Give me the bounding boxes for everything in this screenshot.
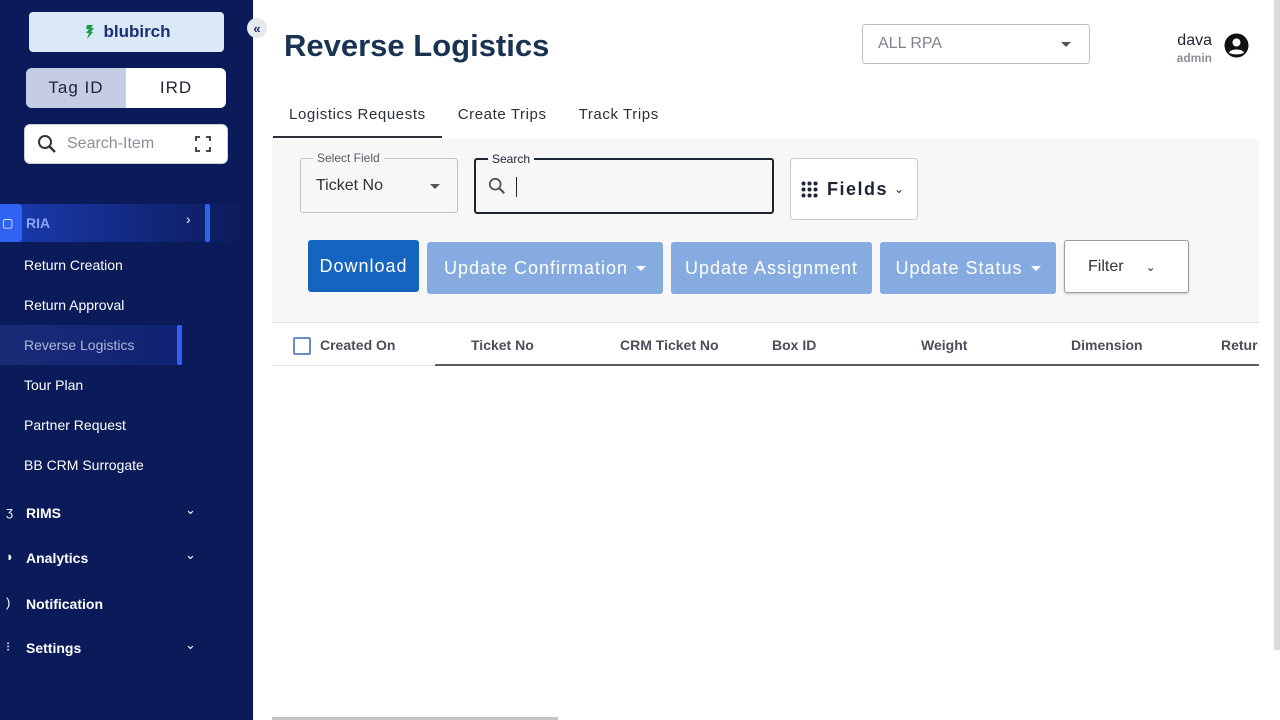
rpa-select[interactable]: ALL RPA [862, 24, 1090, 64]
toggle-ird[interactable]: IRD [126, 68, 226, 108]
ria-icon: ▢ [2, 216, 14, 230]
sidebar-group-label: Settings [26, 640, 82, 656]
analytics-icon: ◗ [6, 549, 14, 564]
fullscreen-icon[interactable] [195, 136, 211, 152]
filter-panel: Select Field Ticket No Search Fields ⌄ D… [272, 139, 1259, 323]
fields-button-label: Fields [827, 178, 889, 199]
chevron-down-icon: ⌄ [185, 637, 196, 652]
select-field-label: Select Field [313, 151, 384, 165]
sidebar-group-label: RIMS [26, 505, 61, 521]
tab-bar: Logistics Requests Create Trips Track Tr… [273, 98, 675, 138]
chevron-down-icon: ⌄ [1145, 259, 1156, 274]
column-ticket-no[interactable]: Ticket No [471, 337, 534, 353]
brand-logo[interactable]: blubirch [29, 12, 224, 52]
sidebar-group-analytics[interactable]: ◗ Analytics ⌄ [0, 547, 253, 571]
brand-name: blubirch [103, 22, 171, 41]
caret-down-icon [1061, 41, 1071, 47]
column-dimension[interactable]: Dimension [1071, 337, 1143, 353]
app-root: blubirch Tag ID IRD Search-Item ▢ RIA › … [0, 0, 1280, 720]
page-title: Reverse Logistics [284, 28, 550, 63]
account-circle-icon[interactable] [1224, 33, 1249, 58]
chevron-down-icon: ⌄ [185, 502, 196, 517]
sidebar-group-notification[interactable]: ) Notification [0, 593, 253, 617]
sidebar-item-return-approval[interactable]: Return Approval [24, 297, 124, 313]
update-confirmation-button[interactable]: Update Confirmation [427, 242, 663, 294]
collapse-sidebar-icon[interactable]: « [247, 18, 267, 38]
sidebar-item-return-creation[interactable]: Return Creation [24, 257, 123, 273]
sidebar-item-reverse-logistics[interactable]: Reverse Logistics [24, 337, 135, 353]
sidebar-item-partner-request[interactable]: Partner Request [24, 417, 126, 433]
select-all-checkbox[interactable] [293, 337, 311, 355]
tab-create-trips[interactable]: Create Trips [442, 98, 563, 138]
select-field-dropdown[interactable]: Select Field Ticket No [300, 151, 458, 213]
chevron-down-icon: ⌄ [894, 182, 905, 196]
filter-button-label: Filter [1088, 257, 1124, 275]
sidebar-search[interactable]: Search-Item [24, 124, 228, 164]
chevron-right-icon: › [186, 211, 191, 227]
fields-button[interactable]: Fields ⌄ [790, 158, 918, 220]
id-mode-toggle: Tag ID IRD [26, 68, 226, 108]
update-status-button[interactable]: Update Status [880, 242, 1056, 294]
update-confirmation-label: Update Confirmation [443, 257, 629, 278]
section-active-bar [205, 204, 210, 242]
caret-down-icon [1030, 265, 1041, 271]
brand-mark-icon [86, 25, 95, 39]
sidebar-section-ria[interactable]: ▢ RIA › [0, 204, 244, 242]
column-created-on[interactable]: Created On [320, 337, 395, 353]
filter-button[interactable]: Filter ⌄ [1064, 240, 1189, 293]
sidebar: blubirch Tag ID IRD Search-Item ▢ RIA › … [0, 0, 253, 720]
user-role: admin [1176, 51, 1212, 65]
rims-icon: ʒ [6, 504, 14, 519]
select-field-value: Ticket No [316, 177, 383, 194]
update-assignment-button[interactable]: Update Assignment [671, 242, 872, 294]
user-info[interactable]: dava admin [1160, 32, 1212, 65]
sidebar-group-settings[interactable]: ⁝ Settings ⌄ [0, 637, 253, 661]
grid-dots-icon [801, 181, 818, 197]
search-icon [488, 177, 505, 194]
sidebar-active-bar [177, 325, 182, 365]
caret-down-icon [430, 184, 440, 189]
caret-down-icon [636, 265, 647, 271]
search-label: Search [488, 152, 535, 166]
sidebar-group-label: Analytics [26, 550, 89, 566]
column-box-id[interactable]: Box ID [772, 337, 816, 353]
tab-track-trips[interactable]: Track Trips [563, 98, 675, 138]
header-divider [435, 364, 1259, 366]
text-cursor [516, 177, 517, 197]
update-status-label: Update Status [895, 257, 1023, 278]
sidebar-group-label: Notification [26, 596, 103, 612]
sidebar-group-rims[interactable]: ʒ RIMS ⌄ [0, 502, 253, 526]
search-input[interactable]: Search [474, 152, 774, 214]
sidebar-search-placeholder: Search-Item [67, 135, 155, 152]
settings-icon: ⁝ [6, 639, 11, 654]
vertical-scrollbar[interactable] [1274, 0, 1280, 650]
user-name: dava [1177, 32, 1212, 49]
notification-icon: ) [6, 595, 11, 610]
sidebar-item-tour-plan[interactable]: Tour Plan [24, 377, 83, 393]
download-button[interactable]: Download [308, 240, 419, 292]
sidebar-item-bb-crm-surrogate[interactable]: BB CRM Surrogate [24, 457, 144, 473]
column-weight[interactable]: Weight [921, 337, 967, 353]
toggle-tag-id[interactable]: Tag ID [26, 68, 126, 108]
sidebar-section-label: RIA [26, 215, 51, 231]
tab-logistics-requests[interactable]: Logistics Requests [273, 98, 442, 138]
rpa-select-value: ALL RPA [878, 35, 943, 52]
search-icon [38, 135, 56, 153]
chevron-down-icon: ⌄ [185, 547, 196, 562]
column-crm-ticket-no[interactable]: CRM Ticket No [620, 337, 719, 353]
column-return[interactable]: Retur [1221, 337, 1258, 353]
table-header: Created On Ticket No CRM Ticket No Box I… [272, 324, 1259, 366]
